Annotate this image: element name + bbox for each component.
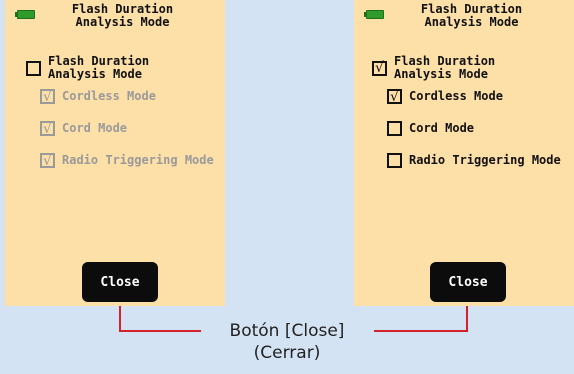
checkbox-icon[interactable] bbox=[26, 60, 41, 76]
close-button[interactable]: Close bbox=[82, 262, 158, 302]
flash-duration-option[interactable]: Flash Duration Analysis Mode bbox=[26, 55, 149, 81]
caption-line: Botón [Close] bbox=[229, 321, 345, 341]
callout-line bbox=[119, 306, 121, 332]
checkbox-icon: √ bbox=[40, 153, 55, 168]
screen-title: Flash Duration Analysis Mode bbox=[71, 2, 174, 29]
checkbox-icon: √ bbox=[40, 121, 55, 136]
battery-icon bbox=[15, 10, 35, 19]
option-label: Radio Triggering Mode bbox=[409, 153, 561, 167]
cord-mode-option[interactable]: Cord Mode bbox=[387, 121, 474, 136]
caption-line: (Cerrar) bbox=[253, 343, 321, 363]
checkbox-icon[interactable] bbox=[387, 121, 402, 136]
checkbox-icon[interactable] bbox=[387, 153, 402, 168]
close-button[interactable]: Close bbox=[430, 262, 506, 302]
option-label: Cord Mode bbox=[409, 121, 475, 135]
callout-line bbox=[466, 306, 468, 332]
option-label: Flash Duration Analysis Mode bbox=[48, 54, 150, 81]
screen-left: Flash Duration Analysis Mode Flash Durat… bbox=[5, 0, 225, 306]
flash-duration-option[interactable]: √ Flash Duration Analysis Mode bbox=[372, 55, 495, 81]
cord-mode-option: √ Cord Mode bbox=[40, 121, 127, 136]
callout-line bbox=[374, 330, 468, 332]
checkbox-icon: √ bbox=[40, 89, 55, 104]
checkbox-icon[interactable]: √ bbox=[387, 89, 402, 104]
option-label: Radio Triggering Mode bbox=[62, 153, 214, 167]
radio-triggering-mode-option[interactable]: Radio Triggering Mode bbox=[387, 153, 561, 168]
callout-line bbox=[119, 330, 201, 332]
battery-icon bbox=[364, 10, 384, 19]
close-button-caption: Botón [Close] (Cerrar) bbox=[222, 320, 352, 364]
option-label: Cordless Mode bbox=[409, 89, 503, 103]
screen-title: Flash Duration Analysis Mode bbox=[420, 2, 523, 29]
option-label: Flash Duration Analysis Mode bbox=[394, 54, 496, 81]
option-label: Cord Mode bbox=[62, 121, 128, 135]
option-label: Cordless Mode bbox=[62, 89, 156, 103]
screen-right: Flash Duration Analysis Mode √ Flash Dur… bbox=[354, 0, 574, 306]
checkbox-icon[interactable]: √ bbox=[372, 60, 387, 76]
radio-triggering-mode-option: √ Radio Triggering Mode bbox=[40, 153, 214, 168]
cordless-mode-option[interactable]: √ Cordless Mode bbox=[387, 89, 503, 104]
cordless-mode-option: √ Cordless Mode bbox=[40, 89, 156, 104]
